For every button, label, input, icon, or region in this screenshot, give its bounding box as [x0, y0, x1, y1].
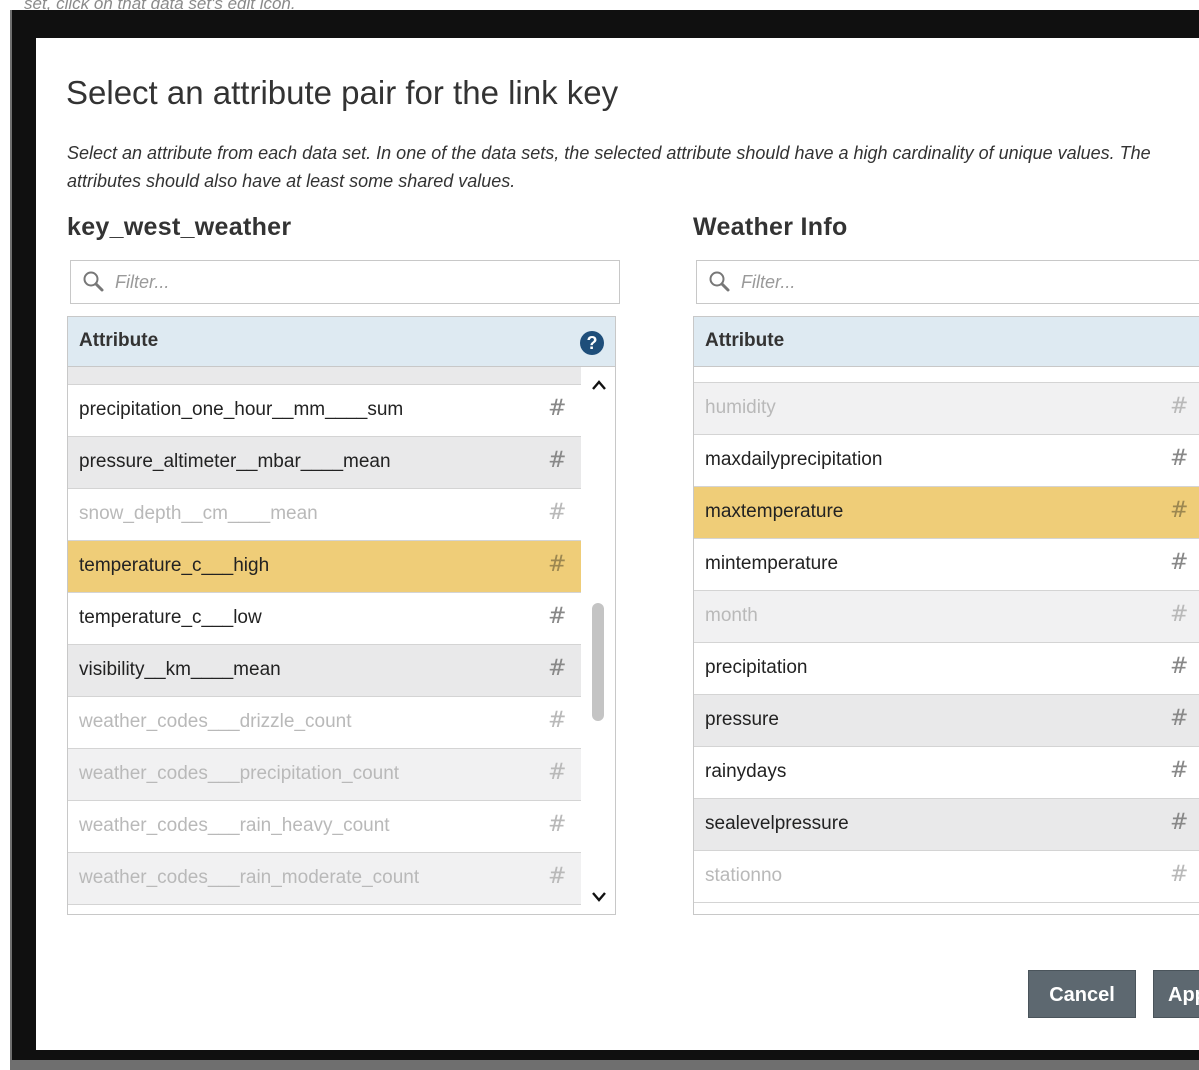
attribute-name: stationno: [705, 865, 783, 886]
apply-button[interactable]: App: [1153, 970, 1199, 1018]
numeric-type-icon: #: [1170, 602, 1189, 627]
table-row[interactable]: rainydays #: [694, 747, 1199, 799]
table-row[interactable]: pressure #: [694, 695, 1199, 747]
right-table-header: Attribute: [694, 317, 1199, 367]
cancel-button[interactable]: Cancel: [1028, 970, 1136, 1018]
table-row: weather_codes___drizzle_count #: [68, 697, 581, 749]
left-filter-field[interactable]: [70, 260, 620, 304]
left-filter-input[interactable]: [115, 269, 515, 295]
table-row[interactable]: sealevelpressure #: [694, 799, 1199, 851]
numeric-type-icon: #: [1170, 446, 1189, 471]
left-scrollbar[interactable]: [582, 367, 615, 914]
search-icon: [83, 271, 104, 292]
background-left-strip: [0, 0, 10, 1070]
attribute-name: temperature_c___low: [79, 607, 262, 628]
table-row: weather_codes___precipitation_count #: [68, 749, 581, 801]
numeric-type-icon: #: [1170, 758, 1189, 783]
attribute-name: maxtemperature: [705, 501, 844, 522]
attribute-name: weather_codes___drizzle_count: [79, 711, 352, 732]
attribute-name: rainydays: [705, 761, 787, 782]
dialog-title: Select an attribute pair for the link ke…: [66, 74, 619, 111]
right-filter-field[interactable]: [696, 260, 1199, 304]
attribute-name: snow_depth__cm____mean: [79, 503, 318, 524]
table-row[interactable]: mintemperature #: [694, 539, 1199, 591]
table-row[interactable]: temperature_c___high #: [68, 541, 581, 593]
numeric-type-icon: #: [548, 448, 567, 473]
help-icon[interactable]: ?: [580, 331, 604, 355]
table-row[interactable]: precipitation #: [694, 643, 1199, 695]
attribute-name: mintemperature: [705, 553, 839, 574]
numeric-type-icon: #: [1170, 810, 1189, 835]
numeric-type-icon: #: [548, 604, 567, 629]
right-filter-input[interactable]: [741, 269, 1141, 295]
table-row: weather_codes___rain_moderate_count #: [68, 853, 581, 905]
table-row[interactable]: maxdailyprecipitation #: [694, 435, 1199, 487]
numeric-type-icon: #: [1170, 498, 1189, 523]
attribute-name: humidity: [705, 397, 776, 418]
right-dataset-name: Weather Info: [693, 213, 848, 241]
left-column-header: Attribute: [79, 330, 159, 351]
attribute-name: pressure_altimeter__mbar____mean: [79, 451, 391, 472]
attribute-name: precipitation: [705, 657, 808, 678]
table-row[interactable]: pressure_altimeter__mbar____mean #: [68, 437, 581, 489]
attribute-name: weather_codes___rain_moderate_count: [79, 867, 420, 888]
search-icon: [709, 271, 730, 292]
attribute-name: precipitation_one_hour__mm____sum: [79, 399, 404, 420]
dialog-description: Select an attribute from each data set. …: [67, 143, 1151, 191]
right-attribute-table: #humidity#maxdailyprecipitation#maxtempe…: [693, 316, 1199, 915]
numeric-type-icon: #: [548, 500, 567, 525]
table-row: weather_codes___rain_heavy_count #: [68, 801, 581, 853]
table-row: stationno #: [694, 851, 1199, 903]
table-row[interactable]: maxtemperature #: [694, 487, 1199, 539]
link-key-dialog: Select an attribute pair for the link ke…: [36, 38, 1199, 1050]
numeric-type-icon: #: [548, 812, 567, 837]
numeric-type-icon: #: [1170, 706, 1189, 731]
table-row: month #: [694, 591, 1199, 643]
numeric-type-icon: #: [1170, 394, 1189, 419]
numeric-type-icon: #: [548, 864, 567, 889]
left-dataset-panel: key_west_weather precipitation_one_hour_…: [67, 213, 620, 915]
attribute-name: maxdailyprecipitation: [705, 449, 883, 470]
table-row[interactable]: temperature_c___low #: [68, 593, 581, 645]
numeric-type-icon: #: [548, 708, 567, 733]
numeric-type-icon: #: [1170, 654, 1189, 679]
scroll-thumb[interactable]: [592, 603, 604, 721]
chevron-up-icon[interactable]: [590, 377, 608, 395]
numeric-type-icon: #: [548, 656, 567, 681]
numeric-type-icon: #: [548, 396, 567, 421]
attribute-name: weather_codes___precipitation_count: [79, 763, 400, 784]
numeric-type-icon: #: [548, 552, 567, 577]
left-attribute-table: precipitation_one_hour__mm____mean#preci…: [67, 316, 616, 915]
table-row[interactable]: precipitation_one_hour__mm____sum #: [68, 385, 581, 437]
attribute-name: weather_codes___rain_heavy_count: [79, 815, 390, 836]
attribute-name: visibility__km____mean: [79, 659, 281, 680]
right-column-header: Attribute: [705, 330, 785, 351]
chevron-down-icon[interactable]: [590, 887, 608, 905]
numeric-type-icon: #: [1170, 862, 1189, 887]
table-row: snow_depth__cm____mean #: [68, 489, 581, 541]
left-table-header: Attribute ?: [68, 317, 615, 367]
attribute-name: temperature_c___high: [79, 555, 270, 576]
background-top-strip: set, click on that data set's edit icon.: [10, 0, 1199, 13]
right-dataset-panel: Weather Info #humidity#maxdailyprecipita…: [693, 213, 1199, 915]
attribute-name: pressure: [705, 709, 779, 730]
table-row[interactable]: visibility__km____mean #: [68, 645, 581, 697]
attribute-name: month: [705, 605, 758, 626]
attribute-name: sealevelpressure: [705, 813, 849, 834]
table-row: humidity #: [694, 383, 1199, 435]
left-dataset-name: key_west_weather: [67, 213, 292, 241]
numeric-type-icon: #: [548, 760, 567, 785]
numeric-type-icon: #: [1170, 550, 1189, 575]
